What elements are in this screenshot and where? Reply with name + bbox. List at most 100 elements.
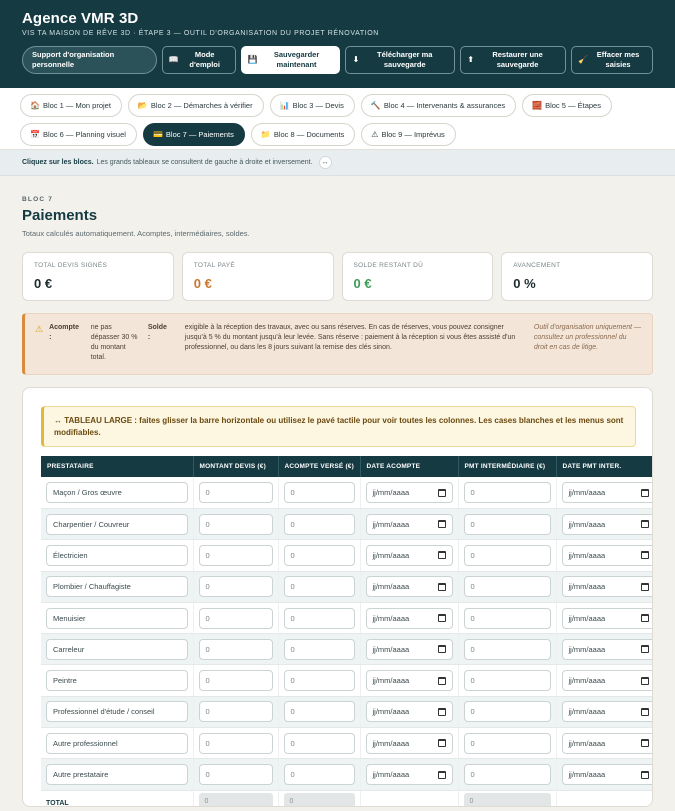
- calendar-icon[interactable]: [640, 676, 649, 685]
- date-acompte-input[interactable]: jj/mm/aaaa: [365, 764, 453, 785]
- date-acompte-input[interactable]: jj/mm/aaaa: [365, 607, 453, 629]
- prestataire-input[interactable]: Professionnel d'étude / conseil: [46, 701, 188, 723]
- card-value: 0 €: [353, 276, 372, 291]
- date-pmt-inter-input[interactable]: jj/mm/aaaa: [561, 764, 652, 785]
- tab-bloc-9[interactable]: ⚠ Bloc 9 — Imprévus: [361, 123, 456, 146]
- acompte-verse-input[interactable]: 0: [283, 544, 355, 566]
- calendar-icon[interactable]: [640, 614, 649, 623]
- prestataire-input[interactable]: Électricien: [46, 544, 188, 566]
- date-pmt-inter-input[interactable]: jj/mm/aaaa: [561, 638, 652, 660]
- tab-bloc-1[interactable]: 🏠 Bloc 1 — Mon projet: [20, 94, 122, 117]
- calendar-icon[interactable]: [640, 520, 649, 529]
- tab-bloc-5[interactable]: 🧱 Bloc 5 — Étapes: [522, 94, 612, 117]
- acompte-verse-input[interactable]: 0: [283, 732, 355, 754]
- acompte-verse-input[interactable]: 0: [283, 670, 355, 692]
- calendar-icon[interactable]: [437, 614, 446, 623]
- clear-entries-button[interactable]: 🧹 Effacer mes saisies: [571, 46, 653, 74]
- calendar-icon[interactable]: [437, 488, 446, 497]
- tab-bloc-7[interactable]: 💳 Bloc 7 — Paiements: [142, 123, 245, 146]
- acompte-verse-input[interactable]: 0: [283, 482, 355, 504]
- calendar-icon[interactable]: [640, 582, 649, 591]
- pmt-intermediaire-input[interactable]: 0: [463, 701, 551, 723]
- calendar-icon[interactable]: [640, 645, 649, 654]
- date-acompte-input[interactable]: jj/mm/aaaa: [365, 576, 453, 598]
- mode-emploi-button[interactable]: 📖 Mode d'emploi: [161, 46, 236, 74]
- prestataire-input[interactable]: Plombier / Chauffagiste: [46, 576, 188, 598]
- tab-bloc-2[interactable]: 📂 Bloc 2 — Démarches à vérifier: [127, 94, 264, 117]
- pmt-intermediaire-input[interactable]: 0: [463, 732, 551, 754]
- pmt-intermediaire-input[interactable]: 0: [463, 607, 551, 629]
- acompte-verse-input[interactable]: 0: [283, 701, 355, 723]
- tab-bloc-6[interactable]: 📅 Bloc 6 — Planning visuel: [20, 123, 137, 146]
- pmt-intermediaire-input[interactable]: 0: [463, 513, 551, 535]
- montant-devis-input[interactable]: 0: [198, 607, 273, 629]
- restore-backup-button[interactable]: ⬆ Restaurer une sauvegarde: [460, 46, 567, 74]
- col-pmt-intermediaire: PMT INTERMÉDIAIRE (€): [458, 456, 557, 478]
- acompte-verse-input[interactable]: 0: [283, 513, 355, 535]
- save-now-button[interactable]: 💾 Sauvegarder maintenant: [240, 46, 341, 74]
- calendar-icon[interactable]: [640, 707, 649, 716]
- total-acompte: 0: [283, 793, 355, 806]
- download-backup-button[interactable]: ⬇ Télécharger ma sauvegarde: [345, 46, 456, 74]
- montant-devis-input[interactable]: 0: [198, 482, 273, 504]
- calendar-icon[interactable]: [437, 551, 446, 560]
- scroll-arrows-icon[interactable]: ↔: [318, 156, 332, 169]
- montant-devis-input[interactable]: 0: [198, 576, 273, 598]
- calendar-icon[interactable]: [640, 770, 649, 779]
- pmt-intermediaire-input[interactable]: 0: [463, 764, 551, 785]
- calendar-icon[interactable]: [640, 488, 649, 497]
- date-pmt-inter-input[interactable]: jj/mm/aaaa: [561, 513, 652, 535]
- date-pmt-inter-input[interactable]: jj/mm/aaaa: [561, 732, 652, 754]
- tab-bloc-8[interactable]: 📁 Bloc 8 — Documents: [250, 123, 356, 146]
- montant-devis-input[interactable]: 0: [198, 670, 273, 692]
- montant-devis-input[interactable]: 0: [198, 513, 273, 535]
- prestataire-input[interactable]: Carreleur: [46, 638, 188, 660]
- calendar-icon[interactable]: [640, 551, 649, 560]
- acompte-verse-input[interactable]: 0: [283, 576, 355, 598]
- montant-devis-input[interactable]: 0: [198, 732, 273, 754]
- acompte-verse-input[interactable]: 0: [283, 764, 355, 785]
- date-acompte-input[interactable]: jj/mm/aaaa: [365, 732, 453, 754]
- tab-bloc-4[interactable]: 🔨 Bloc 4 — Intervenants & assurances: [360, 94, 517, 117]
- date-pmt-inter-input[interactable]: jj/mm/aaaa: [561, 576, 652, 598]
- montant-devis-input[interactable]: 0: [198, 701, 273, 723]
- pmt-intermediaire-input[interactable]: 0: [463, 638, 551, 660]
- date-pmt-inter-input[interactable]: jj/mm/aaaa: [561, 607, 652, 629]
- date-acompte-input[interactable]: jj/mm/aaaa: [365, 638, 453, 660]
- date-acompte-input[interactable]: jj/mm/aaaa: [365, 544, 453, 566]
- calendar-icon[interactable]: [437, 739, 446, 748]
- calendar-icon[interactable]: [437, 645, 446, 654]
- date-pmt-inter-input[interactable]: jj/mm/aaaa: [561, 482, 652, 504]
- date-pmt-inter-input[interactable]: jj/mm/aaaa: [561, 701, 652, 723]
- prestataire-input[interactable]: Menuisier: [46, 607, 188, 629]
- prestataire-input[interactable]: Maçon / Gros œuvre: [46, 482, 188, 504]
- prestataire-input[interactable]: Charpentier / Couvreur: [46, 513, 188, 535]
- date-acompte-input[interactable]: jj/mm/aaaa: [365, 513, 453, 535]
- montant-devis-input[interactable]: 0: [198, 544, 273, 566]
- date-pmt-inter-input[interactable]: jj/mm/aaaa: [561, 544, 652, 566]
- pmt-intermediaire-input[interactable]: 0: [463, 544, 551, 566]
- pmt-intermediaire-input[interactable]: 0: [463, 670, 551, 692]
- calendar-icon[interactable]: [437, 770, 446, 779]
- prestataire-input[interactable]: Peintre: [46, 670, 188, 692]
- prestataire-input[interactable]: Autre prestataire: [46, 764, 188, 785]
- calendar-icon[interactable]: [437, 707, 446, 716]
- prestataire-input[interactable]: Autre professionnel: [46, 732, 188, 754]
- calendar-icon[interactable]: [640, 739, 649, 748]
- hint-bar: Cliquez sur les blocs. Les grands tablea…: [0, 150, 675, 176]
- calendar-icon[interactable]: [437, 582, 446, 591]
- tab-bloc-3[interactable]: 📊 Bloc 3 — Devis: [269, 94, 355, 117]
- date-acompte-input[interactable]: jj/mm/aaaa: [365, 701, 453, 723]
- acompte-verse-input[interactable]: 0: [283, 638, 355, 660]
- date-acompte-input[interactable]: jj/mm/aaaa: [365, 670, 453, 692]
- pmt-intermediaire-input[interactable]: 0: [463, 482, 551, 504]
- calendar-icon[interactable]: [437, 676, 446, 685]
- montant-devis-input[interactable]: 0: [198, 764, 273, 785]
- montant-devis-input[interactable]: 0: [198, 638, 273, 660]
- calendar-icon[interactable]: [437, 520, 446, 529]
- date-acompte-input[interactable]: jj/mm/aaaa: [365, 482, 453, 504]
- pmt-intermediaire-input[interactable]: 0: [463, 576, 551, 598]
- date-pmt-inter-input[interactable]: jj/mm/aaaa: [561, 670, 652, 692]
- acompte-verse-input[interactable]: 0: [283, 607, 355, 629]
- support-organisation-button[interactable]: Support d'organisation personnelle: [22, 46, 157, 74]
